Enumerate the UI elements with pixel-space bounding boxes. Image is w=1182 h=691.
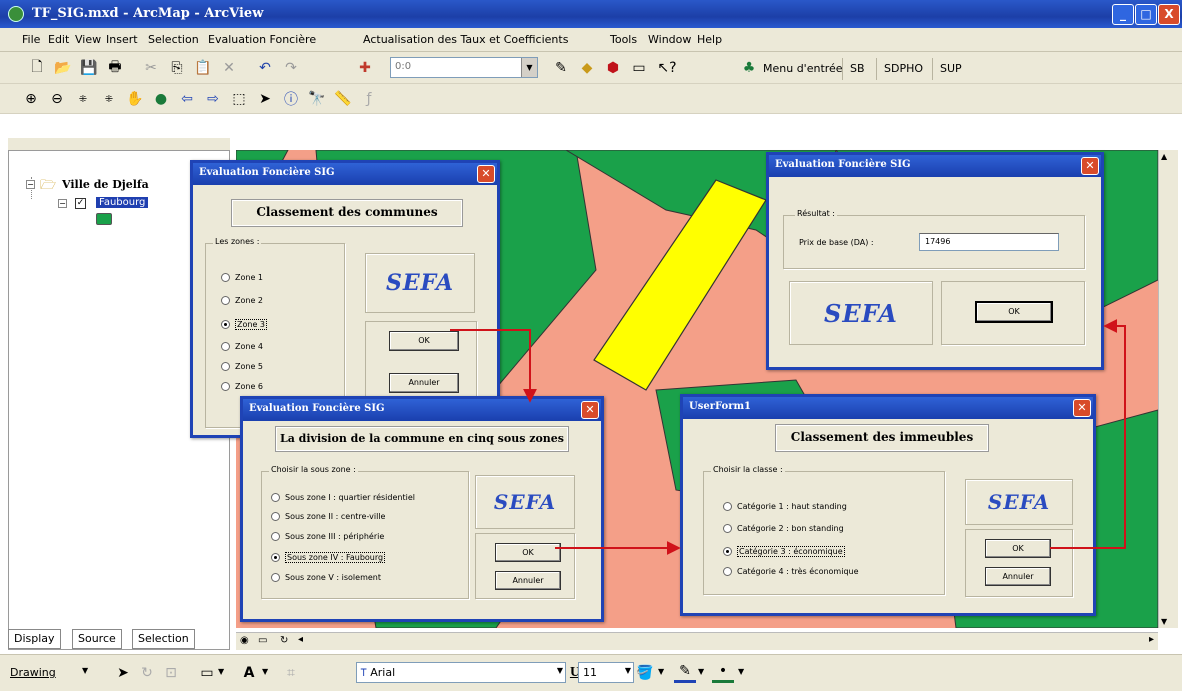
arrow-immeubles-to-resultat <box>1050 319 1126 549</box>
workflow-arrows <box>450 319 1126 555</box>
arrow-communes-to-sous-zones <box>450 329 537 403</box>
